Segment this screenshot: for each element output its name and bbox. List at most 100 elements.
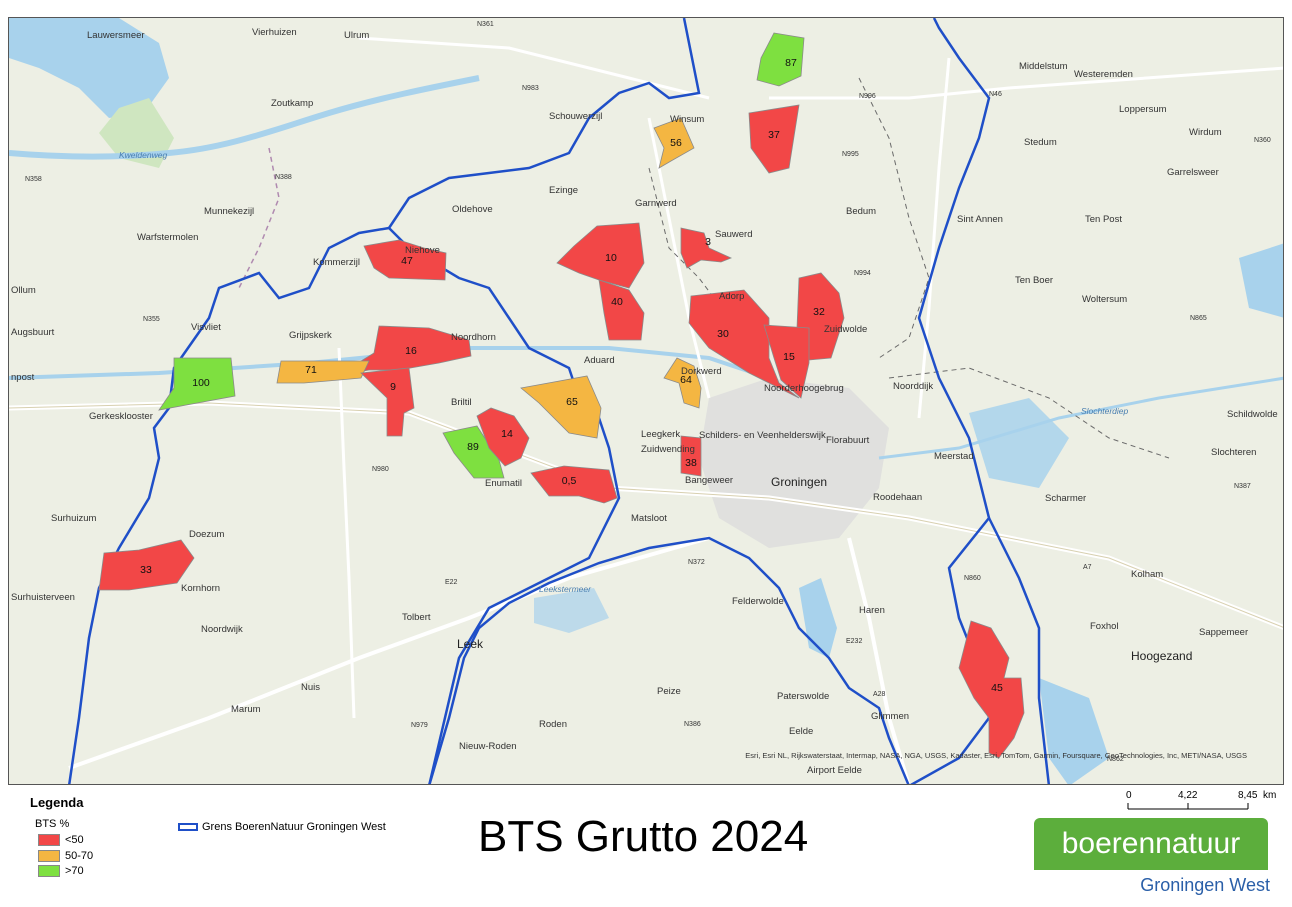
- place-label: Grijpskerk: [289, 330, 332, 341]
- parcel-label: 38: [685, 457, 697, 469]
- place-label: Oldehove: [452, 204, 493, 215]
- place-label: Ten Post: [1085, 214, 1122, 225]
- place-label: Zoutkamp: [271, 98, 313, 109]
- place-label: Munnekezijl: [204, 206, 254, 217]
- legend-swatch: [38, 865, 60, 878]
- place-label: Matsloot: [631, 513, 667, 524]
- place-label: Lauwersmeer: [87, 30, 145, 41]
- scale-tick-label: 0: [1126, 790, 1132, 801]
- place-label: Foxhol: [1090, 621, 1119, 632]
- road-label: N372: [688, 559, 705, 566]
- parcel-label: 10: [605, 252, 617, 264]
- legend-swatch: [38, 850, 60, 863]
- place-label: Noordhorn: [451, 332, 496, 343]
- place-label: Tolbert: [402, 612, 431, 623]
- legend: Legenda BTS % <50 50-70 >70: [30, 795, 93, 878]
- road-label: E232: [846, 638, 862, 645]
- place-label: Kornhorn: [181, 583, 220, 594]
- parcel-label: 0,5: [562, 475, 577, 487]
- place-label: Schildwolde: [1227, 409, 1278, 420]
- place-label: Ten Boer: [1015, 275, 1053, 286]
- boerennatuur-logo: boerennatuur Groningen West: [1034, 818, 1270, 900]
- legend-swatch: [38, 834, 60, 847]
- place-label: Marum: [231, 704, 261, 715]
- place-label: Winsum: [670, 114, 704, 125]
- place-label: Garrelsweer: [1167, 167, 1219, 178]
- place-label: Zuidwending: [641, 444, 695, 455]
- place-label: Florabuurt: [826, 435, 870, 446]
- place-label: Gerkesklooster: [89, 411, 153, 422]
- place-label: Kommerzijl: [313, 257, 360, 268]
- place-label: npost: [11, 372, 35, 383]
- place-label: Nuis: [301, 682, 320, 693]
- parcel-label: 65: [566, 396, 578, 408]
- boundary-swatch: [178, 823, 198, 832]
- scale-unit: km: [1263, 790, 1276, 801]
- parcel-label: 14: [501, 428, 513, 440]
- water-label: Leekstermeer: [539, 584, 592, 594]
- place-label: Nieuw-Roden: [459, 741, 517, 752]
- place-label: Ulrum: [344, 30, 369, 41]
- place-label: Enumatil: [485, 478, 522, 489]
- place-label: Haren: [859, 605, 885, 616]
- parcel-label: 32: [813, 306, 825, 318]
- place-label: Leek: [457, 637, 484, 651]
- road-label: A7: [1083, 564, 1092, 571]
- place-label: Noordwijk: [201, 624, 243, 635]
- place-label: Augsbuurt: [11, 327, 55, 338]
- legend-label: <50: [65, 834, 84, 846]
- place-label: Doezum: [189, 529, 224, 540]
- parcel-label: 15: [783, 351, 795, 363]
- place-label: Airport Eelde: [807, 765, 862, 776]
- legend-subtitle: BTS %: [35, 818, 70, 830]
- place-label: Leegkerk: [641, 429, 680, 440]
- logo-part2: natuur: [1155, 827, 1241, 860]
- place-label: Sauwerd: [715, 229, 753, 240]
- road-label: N994: [854, 270, 871, 277]
- parcel-label: 56: [670, 137, 682, 149]
- place-label: Surhuizum: [51, 513, 96, 524]
- place-label: Eelde: [789, 726, 813, 737]
- road-label: N996: [859, 93, 876, 100]
- place-label: Peize: [657, 686, 681, 697]
- road-label: A28: [873, 691, 886, 698]
- parcel-label: 45: [991, 682, 1003, 694]
- place-label: Glimmen: [871, 711, 909, 722]
- parcel-label: 40: [611, 296, 623, 308]
- legend-label: 50-70: [65, 850, 94, 862]
- parcel-label: 47: [401, 255, 413, 267]
- place-label: Ollum: [11, 285, 36, 296]
- place-label: Noorddijk: [893, 381, 933, 392]
- place-label: Loppersum: [1119, 104, 1167, 115]
- place-label: Woltersum: [1082, 294, 1127, 305]
- place-label: Surhuisterveen: [11, 592, 75, 603]
- map-canvas[interactable]: 87 56 37 47 10 3 40 32 30 15 16 71 100 9…: [9, 18, 1284, 785]
- legend-title: Legenda: [30, 795, 84, 810]
- logo-part1: boeren: [1061, 827, 1156, 860]
- road-label: N860: [964, 575, 981, 582]
- road-label: N361: [477, 21, 494, 28]
- parcel-label: 33: [140, 564, 152, 576]
- parcel-label: 100: [192, 377, 210, 389]
- place-label: Stedum: [1024, 137, 1057, 148]
- place-label: Slochteren: [1211, 447, 1256, 458]
- place-label: Visvliet: [191, 322, 221, 333]
- place-label: Felderwolde: [732, 596, 784, 607]
- road-label: N386: [684, 721, 701, 728]
- road-label: N388: [275, 174, 292, 181]
- water-label: Slochterdiep: [1081, 406, 1129, 416]
- road-label: E22: [445, 579, 458, 586]
- map-title: BTS Grutto 2024: [478, 812, 809, 861]
- map-frame[interactable]: 87 56 37 47 10 3 40 32 30 15 16 71 100 9…: [8, 17, 1284, 785]
- scale-bar: 0 4,22 8,45 km: [1120, 787, 1280, 817]
- parcel-label: 30: [717, 328, 729, 340]
- parcel-label: 37: [768, 129, 780, 141]
- place-label: Paterswolde: [777, 691, 829, 702]
- place-label: Schilders- en Veenhelderswijk: [699, 430, 826, 441]
- place-label: Meerstad: [934, 451, 974, 462]
- road-label: N865: [1190, 315, 1207, 322]
- parcel-label: 89: [467, 441, 479, 453]
- road-label: N46: [989, 91, 1002, 98]
- place-label: Vierhuizen: [252, 27, 297, 38]
- place-label: Schouwerzijl: [549, 111, 602, 122]
